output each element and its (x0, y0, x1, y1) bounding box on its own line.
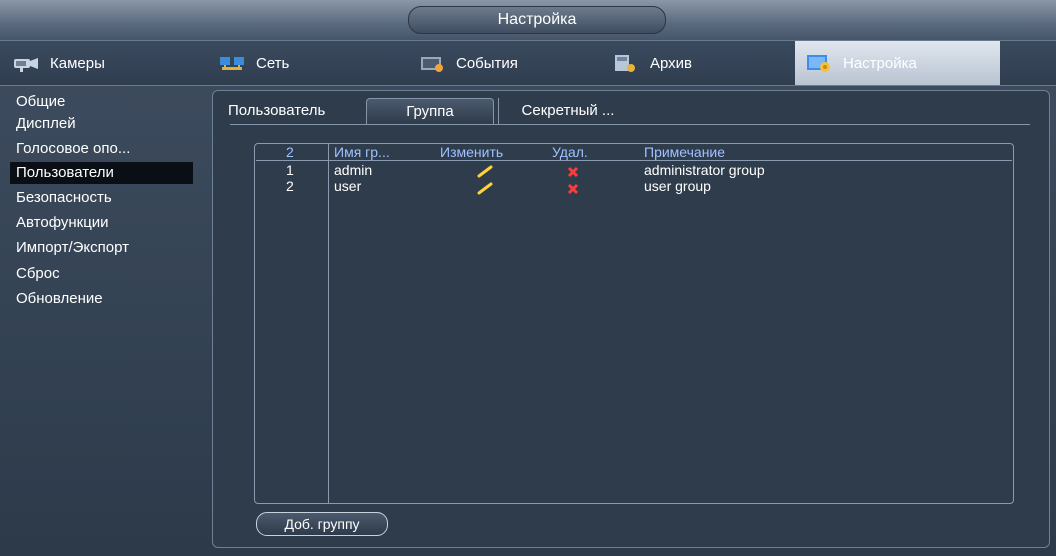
tab-label: Сеть (256, 54, 290, 72)
table-row-note: user group (644, 178, 711, 194)
tab-settings[interactable]: Настройка (795, 41, 1000, 85)
column-header-name[interactable]: Имя гр... (334, 144, 390, 160)
sidebar-item-voice[interactable]: Голосовое опо... (10, 138, 193, 160)
table-row-name[interactable]: user (334, 178, 361, 194)
sidebar-item-update[interactable]: Обновление (10, 288, 193, 310)
tab-label: Камеры (50, 54, 105, 72)
tab-cameras[interactable]: Камеры (12, 41, 192, 85)
delete-icon[interactable] (566, 182, 580, 196)
title-bar: Настройка (0, 0, 1056, 40)
table-row-index: 2 (286, 178, 294, 194)
column-separator (328, 143, 329, 504)
tab-user[interactable]: Пользователь (228, 98, 358, 124)
sidebar-item-reset[interactable]: Сброс (10, 263, 193, 285)
tab-events[interactable]: События (418, 41, 598, 85)
add-group-button[interactable]: Доб. группу (256, 512, 388, 536)
events-icon (418, 53, 446, 73)
settings-icon (805, 53, 833, 73)
app-window: Настройка Камеры Сеть События Архив Наст… (0, 0, 1056, 556)
table-row-name[interactable]: admin (334, 162, 372, 178)
sidebar: Общие Дисплей Голосовое опо... Пользоват… (0, 85, 200, 556)
table-row-index: 1 (286, 162, 294, 178)
sidebar-item-general[interactable]: Общие (10, 91, 193, 113)
tab-network[interactable]: Сеть (218, 41, 398, 85)
tab-label: События (456, 54, 518, 72)
window-title: Настройка (408, 6, 666, 34)
sidebar-item-autofunctions[interactable]: Автофункции (10, 212, 193, 234)
column-header-note[interactable]: Примечание (644, 144, 725, 160)
tab-label: Архив (650, 54, 693, 72)
row-count-header: 2 (286, 144, 294, 160)
column-header-delete[interactable]: Удал. (552, 144, 588, 160)
column-header-edit[interactable]: Изменить (440, 144, 503, 160)
delete-icon[interactable] (566, 165, 580, 179)
sidebar-item-security[interactable]: Безопасность (10, 187, 193, 209)
table-header-divider (256, 160, 1012, 161)
tab-underline (230, 124, 1030, 125)
tab-label: Настройка (843, 54, 917, 72)
tab-archive[interactable]: Архив (612, 41, 792, 85)
network-icon (218, 53, 246, 73)
edit-icon[interactable] (476, 164, 494, 178)
main-tabs-bar: Камеры Сеть События Архив Настройка (0, 40, 1056, 86)
sidebar-item-display[interactable]: Дисплей (10, 113, 193, 135)
tab-group[interactable]: Группа (366, 98, 494, 125)
camera-icon (12, 53, 40, 73)
sidebar-item-import-export[interactable]: Импорт/Экспорт (10, 237, 193, 259)
table-row-note: administrator group (644, 162, 765, 178)
tab-secret[interactable]: Секретный ... (498, 98, 637, 124)
archive-icon (612, 53, 640, 73)
edit-icon[interactable] (476, 181, 494, 195)
group-table (254, 143, 1014, 504)
sidebar-item-users[interactable]: Пользователи (10, 162, 193, 184)
